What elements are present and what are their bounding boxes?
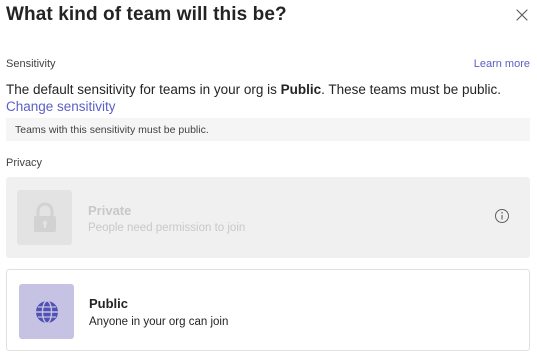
lock-icon bbox=[33, 202, 56, 232]
dialog-title: What kind of team will this be? bbox=[6, 4, 287, 25]
privacy-option-private: Private People need permission to join bbox=[6, 177, 530, 258]
private-option-description: People need permission to join bbox=[88, 222, 246, 234]
learn-more-link[interactable]: Learn more bbox=[474, 58, 530, 70]
public-tile bbox=[19, 284, 74, 339]
public-option-title: Public bbox=[89, 296, 129, 311]
privacy-label: Privacy bbox=[6, 157, 43, 169]
sensitivity-label: Sensitivity bbox=[6, 58, 56, 70]
close-icon bbox=[516, 9, 528, 21]
public-option-description: Anyone in your org can join bbox=[89, 316, 229, 328]
sensitivity-text-after: . These teams must be public. bbox=[321, 82, 501, 97]
sensitivity-notice: Teams with this sensitivity must be publ… bbox=[6, 118, 530, 141]
private-tile bbox=[17, 190, 72, 245]
sensitivity-description: The default sensitivity for teams in you… bbox=[6, 80, 531, 99]
info-button[interactable] bbox=[493, 207, 511, 225]
close-button[interactable] bbox=[512, 5, 532, 25]
globe-icon bbox=[35, 299, 58, 324]
create-team-dialog: What kind of team will this be? Sensitiv… bbox=[0, 0, 537, 359]
private-option-title: Private bbox=[88, 203, 132, 218]
change-sensitivity-link[interactable]: Change sensitivity bbox=[6, 99, 116, 114]
privacy-option-public[interactable]: Public Anyone in your org can join bbox=[6, 269, 530, 351]
sensitivity-text-before: The default sensitivity for teams in you… bbox=[6, 82, 281, 97]
info-icon bbox=[495, 209, 509, 223]
sensitivity-value: Public bbox=[280, 82, 322, 97]
